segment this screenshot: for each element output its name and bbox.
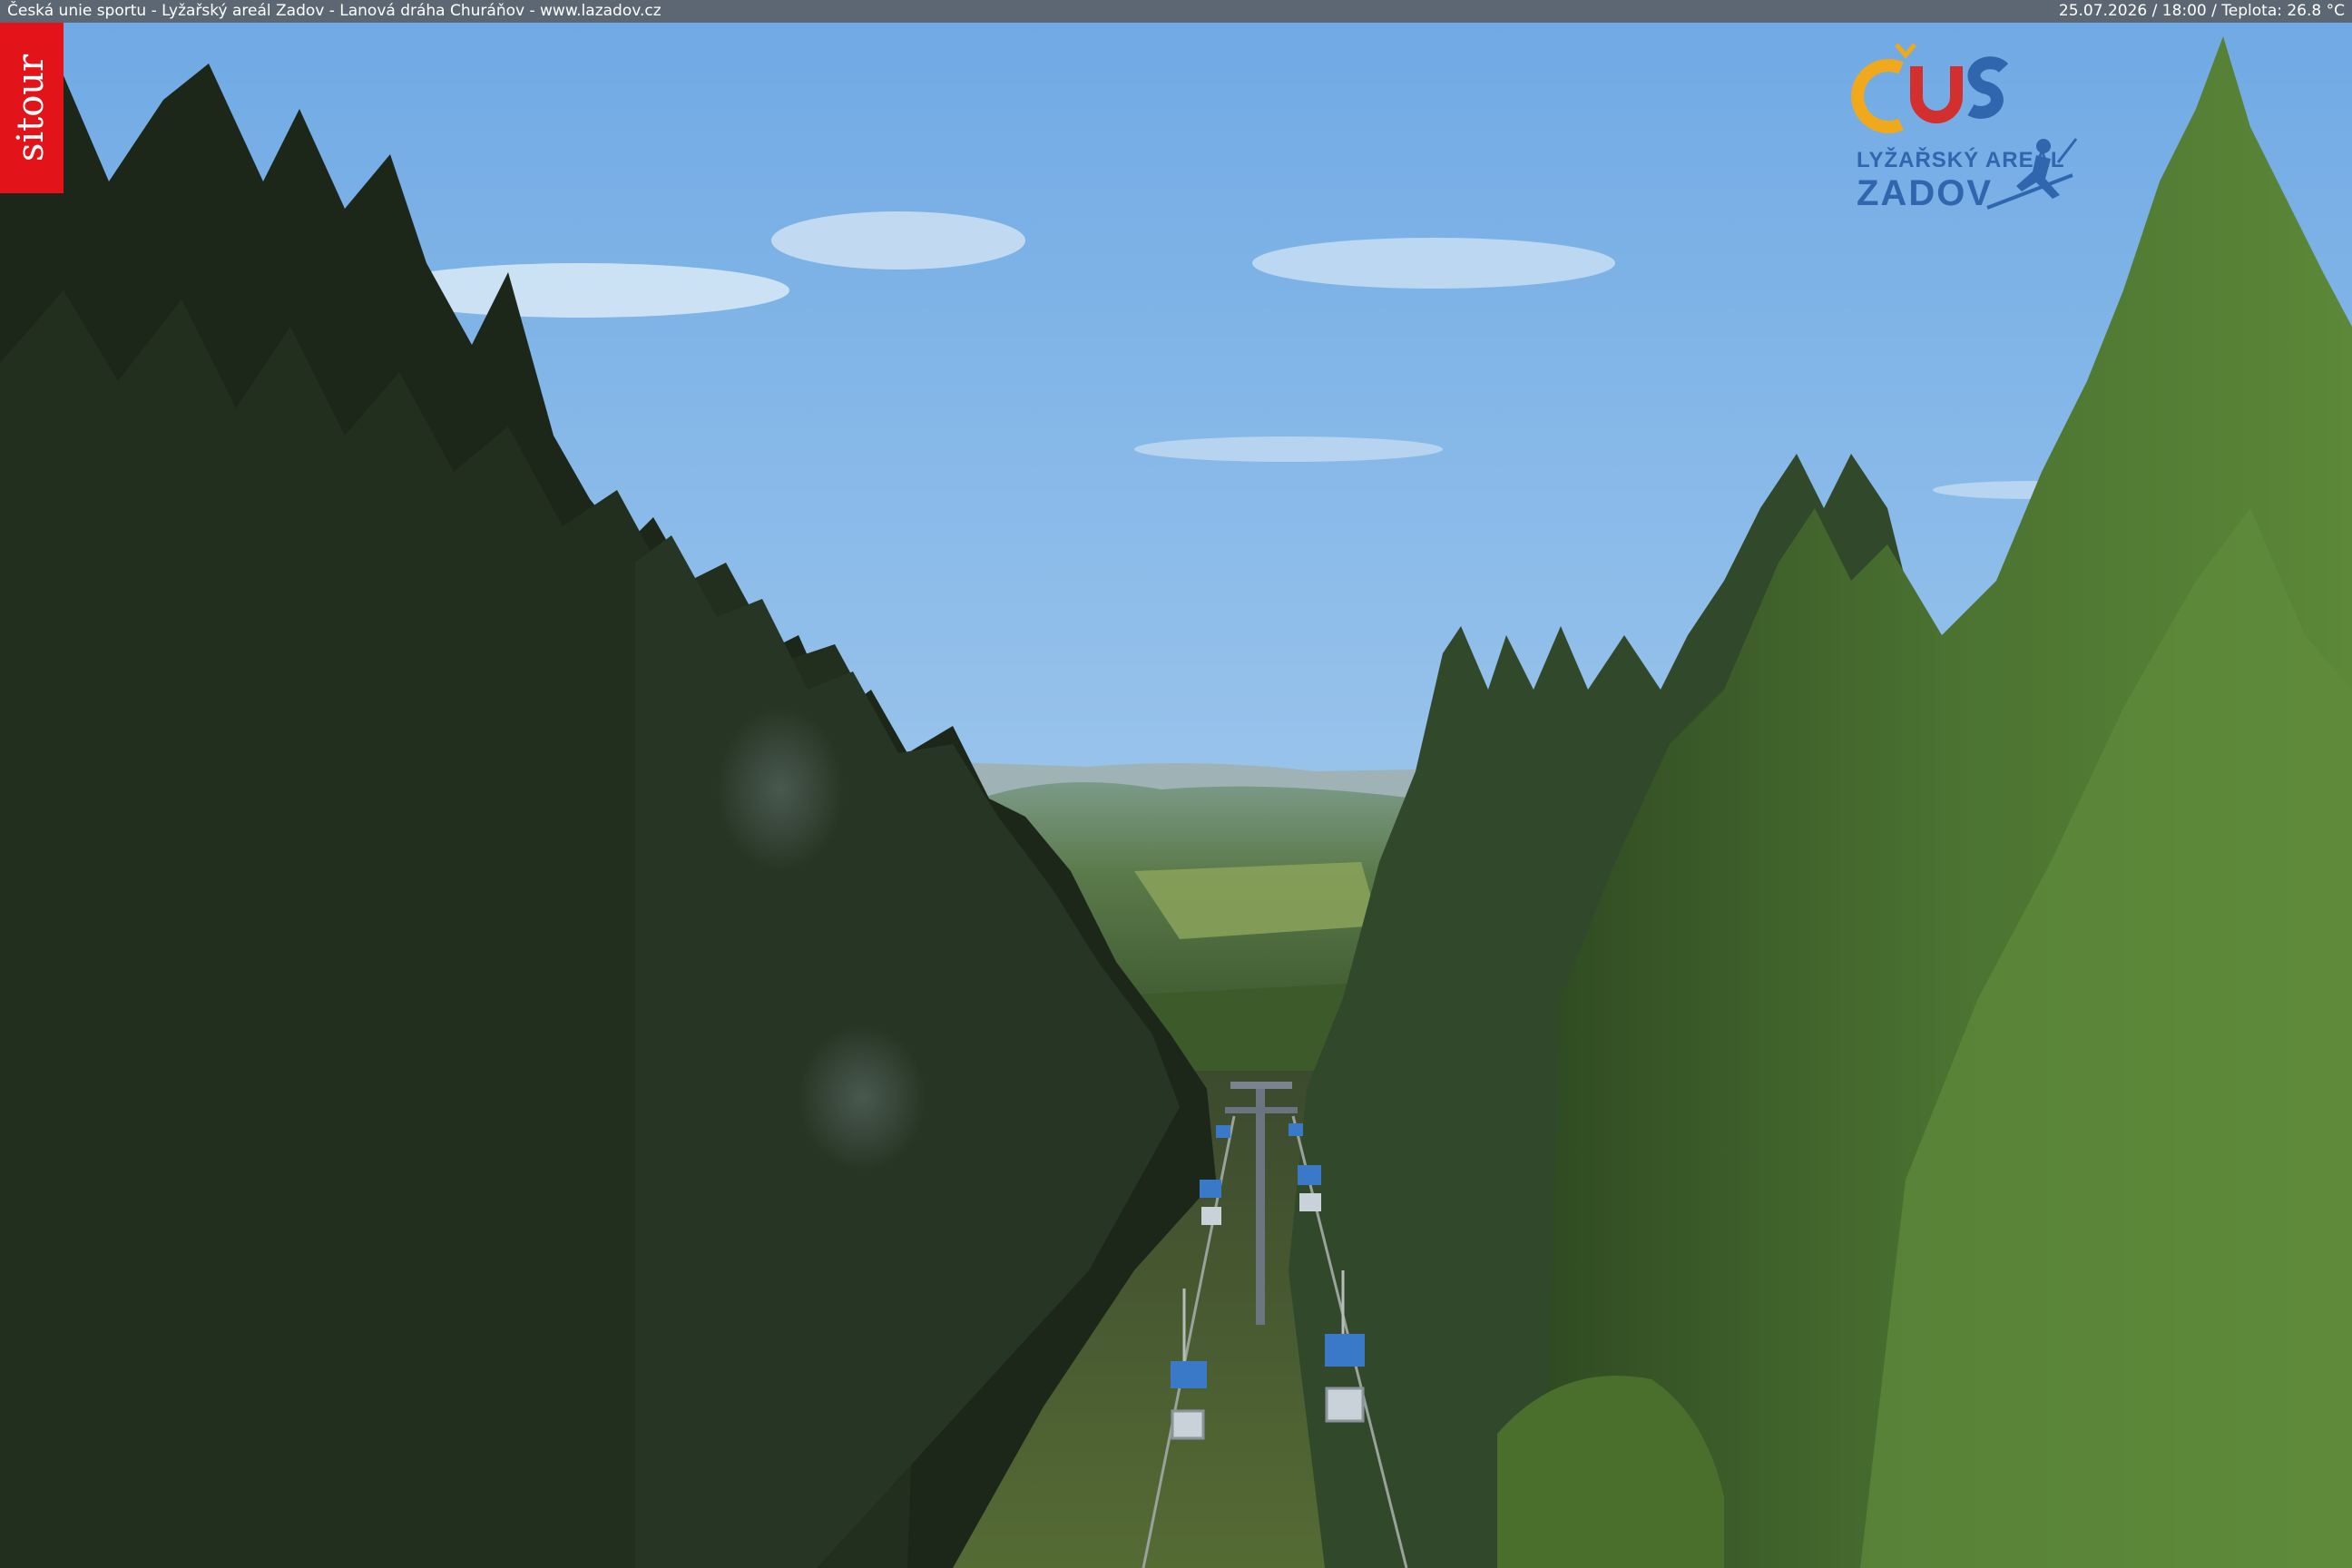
caption-bar: Česká unie sportu - Lyžařský areál Zadov… [0,0,2352,23]
caption-text: Česká unie sportu - Lyžařský areál Zadov… [7,2,662,20]
timestamp-temperature: 25.07.2026 / 18:00 / Teplota: 26.8 °C [2058,2,2345,20]
sitour-watermark: sitour [0,23,64,193]
cus-logo-icon [1851,43,2009,133]
sitour-label: sitour [10,54,52,162]
zadov-logo: LYŽAŘSKÝ AREÁL ZADOV [1842,41,2078,213]
webcam-image [0,0,2352,1568]
logo-line2: ZADOV [1857,173,1993,213]
skier-icon [1986,138,2078,210]
